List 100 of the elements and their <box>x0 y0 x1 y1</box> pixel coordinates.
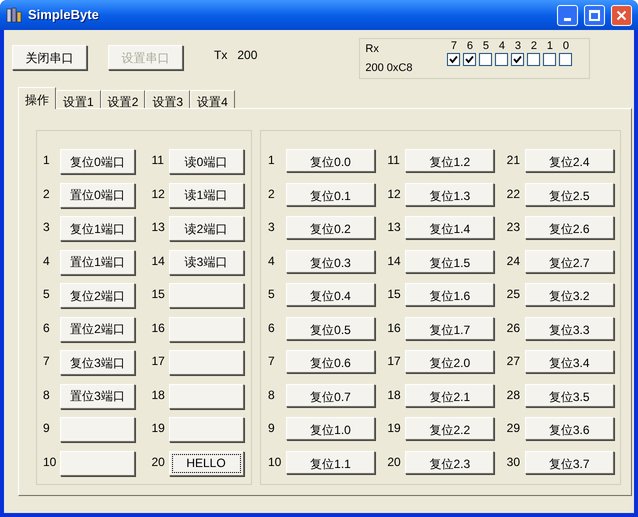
bit-checkbox[interactable] <box>479 53 492 66</box>
bit-checkbox[interactable] <box>511 53 524 66</box>
row-number: 19 <box>152 420 166 437</box>
reset-button[interactable]: 复位3.5 <box>524 384 614 406</box>
row-number: 13 <box>387 219 402 236</box>
action-button[interactable] <box>168 316 244 342</box>
check-icon <box>513 55 522 64</box>
row-number: 18 <box>152 386 166 404</box>
row-number: 22 <box>506 186 522 202</box>
row-number: 15 <box>152 286 166 303</box>
row-number: 10 <box>268 454 282 470</box>
row-number: 14 <box>387 252 402 270</box>
action-button[interactable]: 置位0端口 <box>60 182 135 208</box>
reset-button[interactable]: 复位3.2 <box>524 283 614 306</box>
reset-button[interactable]: 复位1.6 <box>405 283 494 306</box>
reset-button[interactable]: 复位1.1 <box>286 450 375 474</box>
row-number: 15 <box>387 286 402 303</box>
reset-button[interactable]: 复位0.3 <box>286 250 375 272</box>
action-button[interactable]: 复位3端口 <box>60 350 135 375</box>
maximize-button[interactable] <box>584 4 605 26</box>
action-button[interactable]: 读2端口 <box>168 216 244 241</box>
bit-checkbox[interactable] <box>543 53 556 66</box>
row-number: 28 <box>506 386 522 404</box>
toolbar-button[interactable]: 关闭串口 <box>12 45 87 70</box>
row-number: 30 <box>506 454 522 470</box>
action-button[interactable] <box>168 384 244 408</box>
bit-checkbox[interactable] <box>447 53 460 66</box>
action-button[interactable] <box>60 417 135 442</box>
reset-button[interactable]: 复位2.2 <box>405 417 494 440</box>
reset-button[interactable]: 复位1.5 <box>405 250 494 272</box>
row-number: 2 <box>268 186 276 202</box>
reset-button[interactable]: 复位0.4 <box>286 283 375 306</box>
reset-button[interactable]: 复位3.6 <box>524 417 614 440</box>
action-button[interactable]: HELLO <box>168 450 244 476</box>
reset-button[interactable]: 复位2.3 <box>405 450 494 474</box>
reset-button[interactable]: 复位2.4 <box>524 149 614 172</box>
row-number: 6 <box>268 320 276 336</box>
reset-button[interactable]: 复位2.7 <box>524 250 614 272</box>
reset-button[interactable]: 复位1.0 <box>286 417 375 440</box>
bit-checkbox[interactable] <box>495 53 508 66</box>
reset-button[interactable]: 复位0.2 <box>286 216 375 239</box>
row-number: 25 <box>506 286 522 303</box>
tab[interactable]: 设置1 <box>56 90 101 108</box>
action-button[interactable]: 置位1端口 <box>60 250 135 274</box>
row-number: 16 <box>152 320 166 336</box>
action-button[interactable] <box>168 417 244 442</box>
action-button[interactable] <box>168 283 244 308</box>
reset-button[interactable]: 复位2.5 <box>524 182 614 206</box>
row-number: 17 <box>152 353 166 370</box>
reset-button[interactable]: 复位3.4 <box>524 350 614 373</box>
action-button[interactable] <box>60 450 135 476</box>
reset-button[interactable]: 复位0.5 <box>286 316 375 340</box>
reset-button[interactable]: 复位3.7 <box>524 450 614 474</box>
tab[interactable]: 设置3 <box>145 90 190 108</box>
action-button[interactable] <box>168 350 244 375</box>
row-number: 12 <box>152 186 166 202</box>
reset-button[interactable]: 复位2.0 <box>405 350 494 373</box>
reset-button[interactable]: 复位0.7 <box>286 384 375 406</box>
bit-checkbox[interactable] <box>559 53 572 66</box>
minimize-button[interactable] <box>557 4 578 26</box>
row-number: 3 <box>268 219 276 236</box>
reset-button[interactable]: 复位1.7 <box>405 316 494 340</box>
row-number: 21 <box>506 152 522 169</box>
reset-button[interactable]: 复位0.0 <box>286 149 375 172</box>
row-number: 5 <box>268 286 276 303</box>
bit-label: 0 <box>562 40 569 53</box>
bit-checkbox[interactable] <box>527 53 540 66</box>
reset-button[interactable]: 复位1.4 <box>405 216 494 239</box>
row-number: 16 <box>387 320 402 336</box>
reset-button[interactable]: 复位2.6 <box>524 216 614 239</box>
action-button[interactable]: 读1端口 <box>168 182 244 208</box>
bit-label: 1 <box>546 40 553 53</box>
action-button[interactable]: 复位2端口 <box>60 283 135 308</box>
bit-label: 5 <box>482 40 489 53</box>
row-number: 8 <box>268 386 276 404</box>
rx-label: Rx <box>365 42 380 57</box>
tab[interactable]: 设置2 <box>100 90 146 108</box>
bit-label: 3 <box>514 40 521 53</box>
row-number: 18 <box>387 386 402 404</box>
bit-label: 6 <box>466 40 473 53</box>
reset-button[interactable]: 复位0.1 <box>286 182 375 206</box>
action-button[interactable]: 复位0端口 <box>60 149 135 174</box>
bit-checkbox[interactable] <box>463 53 476 66</box>
reset-button[interactable]: 复位2.1 <box>405 384 494 406</box>
reset-button[interactable]: 复位3.3 <box>524 316 614 340</box>
reset-button[interactable]: 复位0.6 <box>286 350 375 373</box>
row-number: 4 <box>43 252 51 270</box>
reset-button[interactable]: 复位1.3 <box>405 182 494 206</box>
row-number: 3 <box>43 219 51 236</box>
reset-button[interactable]: 复位1.2 <box>405 149 494 172</box>
tab[interactable]: 设置4 <box>190 90 235 108</box>
action-button[interactable]: 读3端口 <box>168 250 244 274</box>
tx-label: Tx <box>214 47 228 64</box>
action-button[interactable]: 读0端口 <box>168 149 244 174</box>
tx-value: 200 <box>237 47 258 64</box>
action-button[interactable]: 置位2端口 <box>60 316 135 342</box>
action-button[interactable]: 置位3端口 <box>60 384 135 408</box>
tab[interactable]: 操作 <box>18 87 56 109</box>
action-button[interactable]: 复位1端口 <box>60 216 135 241</box>
close-button[interactable] <box>611 4 632 26</box>
